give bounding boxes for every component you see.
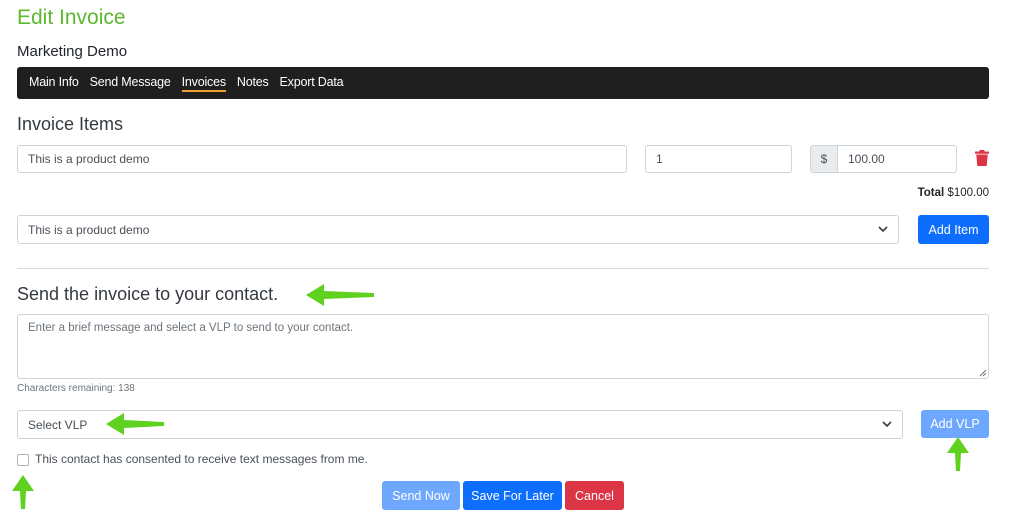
vlp-select-value: Select VLP	[28, 417, 88, 432]
total-value: $100.00	[947, 187, 989, 199]
chevron-down-icon	[878, 226, 888, 233]
invoice-total: Total $100.00	[918, 187, 989, 199]
vlp-select[interactable]: Select VLP	[17, 410, 903, 439]
tab-send-message[interactable]: Send Message	[90, 74, 171, 92]
item-description-input[interactable]: This is a product demo	[17, 145, 627, 173]
annotation-arrow-icon	[947, 437, 969, 471]
tab-invoices[interactable]: Invoices	[181, 74, 226, 92]
item-price-group: $ 100.00	[810, 145, 957, 173]
invoice-items-heading: Invoice Items	[17, 114, 124, 134]
send-invoice-heading: Send the invoice to your contact.	[17, 284, 279, 304]
add-item-button[interactable]: Add Item	[918, 215, 989, 244]
section-divider	[17, 268, 989, 269]
add-vlp-button[interactable]: Add VLP	[921, 410, 989, 438]
product-select[interactable]: This is a product demo	[17, 215, 899, 244]
item-quantity-input[interactable]: 1	[645, 145, 792, 173]
resize-handle-icon[interactable]	[979, 369, 987, 377]
consent-label: This contact has consented to receive te…	[35, 452, 368, 466]
trash-icon[interactable]	[975, 150, 989, 166]
tab-export-data[interactable]: Export Data	[280, 74, 344, 92]
item-price-input[interactable]: 100.00	[837, 145, 957, 173]
cancel-button[interactable]: Cancel	[565, 481, 624, 510]
tab-main-info[interactable]: Main Info	[29, 74, 79, 92]
message-textarea[interactable]: Enter a brief message and select a VLP t…	[17, 314, 989, 379]
contact-name: Marketing Demo	[17, 43, 128, 60]
product-select-value: This is a product demo	[28, 222, 150, 237]
characters-remaining: Characters remaining: 138	[17, 383, 135, 394]
total-label: Total	[917, 187, 945, 199]
page-title: Edit Invoice	[17, 6, 126, 29]
chevron-down-icon	[882, 421, 892, 428]
annotation-arrow-icon	[306, 284, 374, 306]
tab-navbar: Main Info Send Message Invoices Notes Ex…	[17, 67, 989, 99]
consent-checkbox[interactable]	[17, 454, 29, 466]
send-now-button[interactable]: Send Now	[382, 481, 460, 510]
annotation-arrow-icon	[12, 475, 34, 509]
currency-prefix: $	[810, 145, 837, 173]
tab-notes[interactable]: Notes	[237, 74, 269, 92]
save-for-later-button[interactable]: Save For Later	[463, 481, 562, 510]
